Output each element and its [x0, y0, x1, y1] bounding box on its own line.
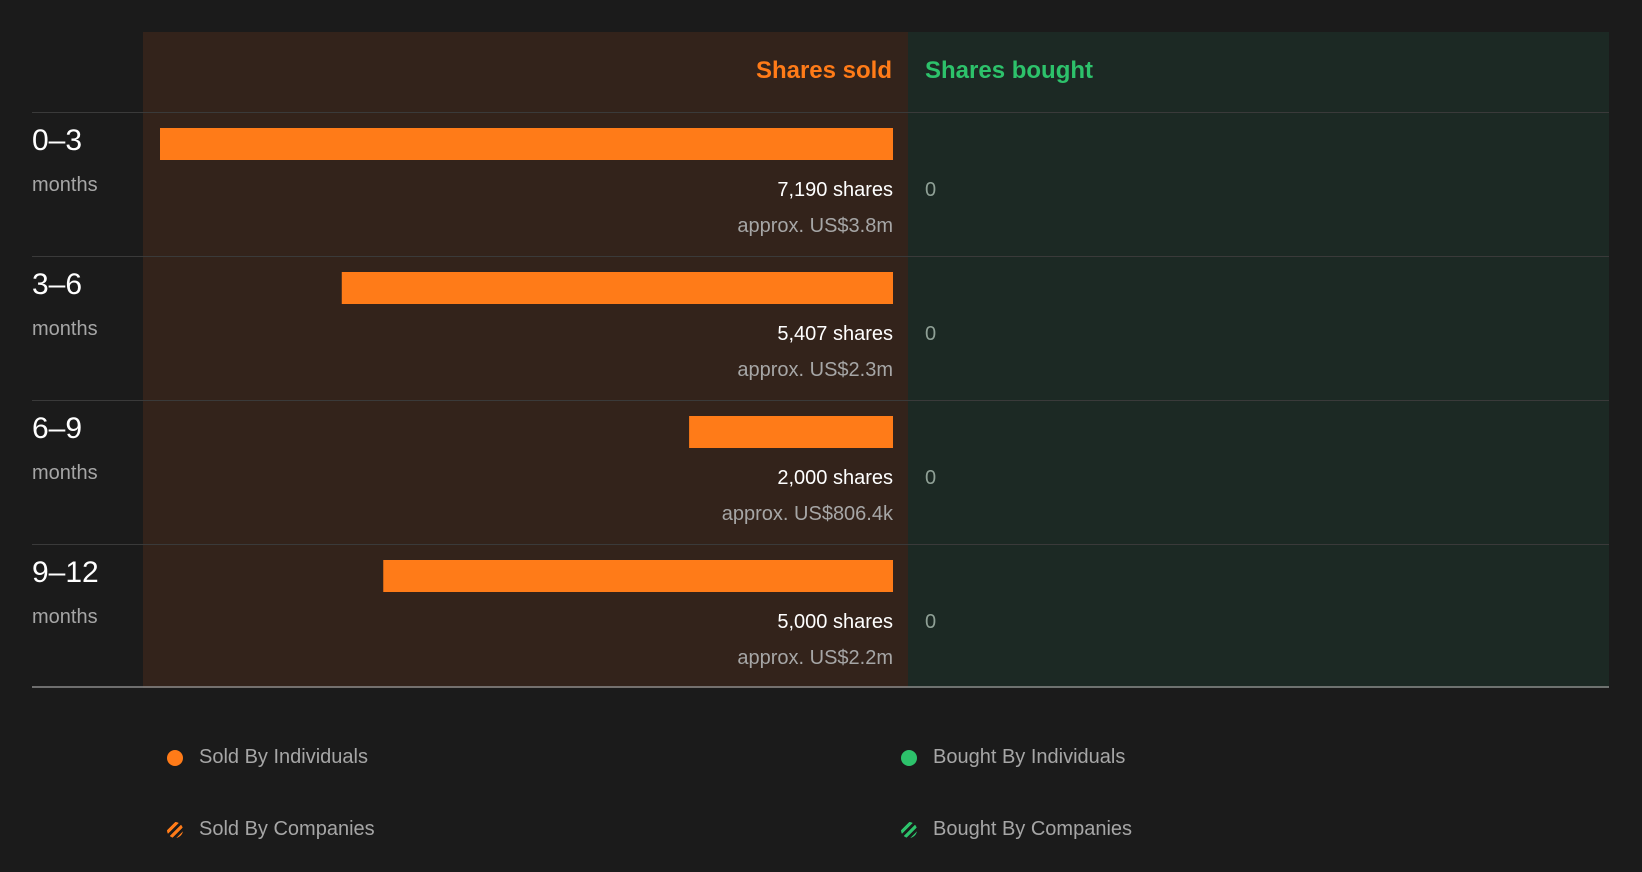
bought-shares-label: 0 — [925, 179, 936, 201]
green-dot-icon — [901, 749, 917, 766]
bought-header: Shares bought — [925, 57, 1093, 84]
sold-shares-label: 2,000 shares — [777, 467, 893, 489]
legend-item-sold-companies: Sold By Companies — [167, 818, 375, 841]
orange-dot-icon — [167, 749, 183, 766]
sold-bar — [383, 560, 893, 592]
period-unit: months — [32, 462, 98, 484]
period-unit: months — [32, 174, 98, 196]
period-range: 3–6 — [32, 268, 82, 301]
bought-shares-label: 0 — [925, 323, 936, 345]
legend-item-sold-individuals: Sold By Individuals — [167, 746, 368, 769]
bought-panel — [908, 32, 1609, 688]
period-range: 6–9 — [32, 412, 82, 445]
bought-shares-label: 0 — [925, 467, 936, 489]
bought-shares-label: 0 — [925, 611, 936, 633]
period-range: 9–12 — [32, 556, 99, 589]
legend-label: Bought By Individuals — [933, 746, 1126, 768]
sold-bar — [341, 272, 894, 304]
legend-item-bought-individuals: Bought By Individuals — [901, 746, 1125, 769]
sold-value-label: approx. US$2.3m — [737, 359, 893, 381]
sold-value-label: approx. US$2.2m — [737, 647, 893, 669]
sold-shares-label: 7,190 shares — [777, 179, 893, 201]
period-unit: months — [32, 606, 98, 628]
legend-label: Sold By Individuals — [199, 746, 368, 768]
sold-value-label: approx. US$3.8m — [737, 215, 893, 237]
insider-trading-chart: Shares sold Shares bought 0–3 months 7,190… — [32, 32, 1609, 688]
sold-value-label: approx. US$806.4k — [722, 503, 894, 525]
legend-label: Bought By Companies — [933, 818, 1133, 840]
legend-item-bought-companies: Bought By Companies — [901, 818, 1132, 841]
legend-label: Sold By Companies — [199, 818, 375, 840]
sold-bar — [689, 416, 893, 448]
sold-shares-label: 5,407 shares — [777, 323, 893, 345]
period-range: 0–3 — [32, 124, 82, 157]
sold-bar — [160, 128, 893, 160]
orange-hatched-dot-icon — [167, 821, 183, 838]
green-hatched-dot-icon — [901, 821, 917, 838]
period-unit: months — [32, 318, 98, 340]
sold-header: Shares sold — [756, 57, 892, 84]
legend: Sold By Individuals Bought By Individual… — [0, 700, 1642, 872]
sold-shares-label: 5,000 shares — [777, 611, 893, 633]
